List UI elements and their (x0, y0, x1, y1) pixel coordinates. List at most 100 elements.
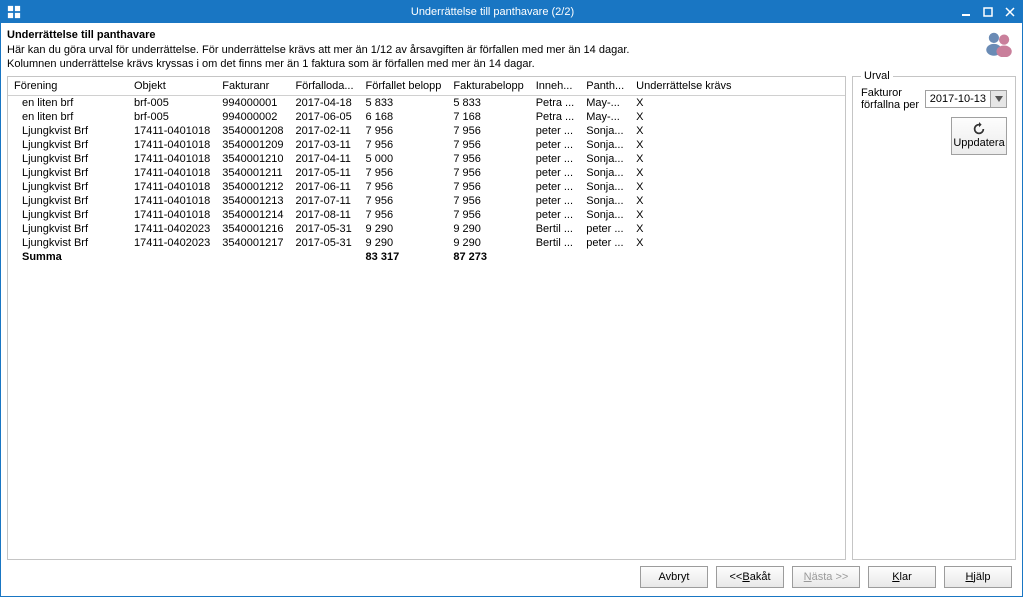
nasta-button: Nästa >> (792, 566, 860, 588)
cell: X (630, 138, 845, 152)
bakat-underline: B (742, 571, 749, 583)
col-panth[interactable]: Panth... (580, 77, 630, 96)
cell: peter ... (530, 152, 581, 166)
table-row[interactable]: Ljungkvist Brf17411-04020233540001216201… (8, 222, 845, 236)
table-row[interactable]: Ljungkvist Brf17411-04010183540001208201… (8, 124, 845, 138)
cell: 7 956 (360, 166, 448, 180)
cell: 7 956 (447, 208, 529, 222)
cell: peter ... (530, 194, 581, 208)
urval-date-row: Fakturor förfallna per 2017-10-13 (861, 87, 1007, 111)
cell: 3540001210 (216, 152, 289, 166)
bakat-prefix: << (730, 571, 743, 583)
description-line-2: Kolumnen underrättelse krävs kryssas i o… (7, 57, 629, 71)
cell: Bertil ... (530, 222, 581, 236)
table-row[interactable]: en liten brfbrf-0059940000012017-04-185 … (8, 95, 845, 110)
table-row[interactable]: Ljungkvist Brf17411-04010183540001210201… (8, 152, 845, 166)
cell: 7 168 (447, 110, 529, 124)
nasta-rest: ästa >> (812, 571, 849, 583)
cell: Ljungkvist Brf (8, 236, 128, 250)
cell: 3540001209 (216, 138, 289, 152)
cell: 7 956 (447, 152, 529, 166)
col-forfallet-belopp[interactable]: Förfallet belopp (360, 77, 448, 96)
cell: 17411-0401018 (128, 138, 216, 152)
table-row[interactable]: en liten brfbrf-0059940000022017-06-056 … (8, 110, 845, 124)
cell: 9 290 (360, 236, 448, 250)
uppdatera-button[interactable]: Uppdatera (951, 117, 1007, 155)
minimize-button[interactable] (960, 6, 972, 18)
cell: 2017-02-11 (289, 124, 359, 138)
cell: Sonja... (580, 166, 630, 180)
cell: 2017-05-11 (289, 166, 359, 180)
page-heading: Underrättelse till panthavare (7, 29, 629, 41)
table-row[interactable]: Ljungkvist Brf17411-04010183540001209201… (8, 138, 845, 152)
cell: 17411-0401018 (128, 180, 216, 194)
cell: 3540001216 (216, 222, 289, 236)
cell: 9 290 (447, 222, 529, 236)
cell: Ljungkvist Brf (8, 138, 128, 152)
description-line-1: Här kan du göra urval för underrättelse.… (7, 43, 629, 57)
cell: 5 833 (447, 95, 529, 110)
urval-groupbox: Urval Fakturor förfallna per 2017-10-13 … (852, 76, 1016, 560)
cell: 7 956 (360, 208, 448, 222)
cell: 2017-03-11 (289, 138, 359, 152)
close-button[interactable] (1004, 6, 1016, 18)
cell: 3540001213 (216, 194, 289, 208)
table-row[interactable]: Ljungkvist Brf17411-04010183540001213201… (8, 194, 845, 208)
summary-cell (128, 250, 216, 264)
hjalp-button[interactable]: Hjälp (944, 566, 1012, 588)
hjalp-rest: jälp (973, 571, 990, 583)
cell: peter ... (530, 166, 581, 180)
cell: 2017-05-31 (289, 222, 359, 236)
col-forening[interactable]: Förening (8, 77, 128, 96)
col-inneh[interactable]: Inneh... (530, 77, 581, 96)
summary-cell (530, 250, 581, 264)
table-row[interactable]: Ljungkvist Brf17411-04010183540001211201… (8, 166, 845, 180)
date-dropdown-button[interactable] (990, 91, 1006, 107)
client-area: Underrättelse till panthavare Här kan du… (1, 23, 1022, 596)
fakturor-forfallna-label: Fakturor förfallna per (861, 87, 921, 111)
cell: 2017-07-11 (289, 194, 359, 208)
table-row[interactable]: Ljungkvist Brf17411-04010183540001212201… (8, 180, 845, 194)
cell: 7 956 (360, 180, 448, 194)
cell: 17411-0401018 (128, 194, 216, 208)
people-icon (982, 29, 1016, 57)
description-text-block: Underrättelse till panthavare Här kan du… (7, 29, 629, 72)
table-header-row: Förening Objekt Fakturanr Förfalloda... … (8, 77, 845, 96)
cell: 7 956 (360, 194, 448, 208)
klar-underline: K (892, 571, 899, 583)
col-forfalloda[interactable]: Förfalloda... (289, 77, 359, 96)
cell: 2017-08-11 (289, 208, 359, 222)
cell: 7 956 (447, 194, 529, 208)
bakat-button[interactable]: << Bakåt (716, 566, 784, 588)
maximize-button[interactable] (982, 6, 994, 18)
col-objekt[interactable]: Objekt (128, 77, 216, 96)
cell: 17411-0401018 (128, 208, 216, 222)
table-row[interactable]: Ljungkvist Brf17411-04020233540001217201… (8, 236, 845, 250)
data-table[interactable]: Förening Objekt Fakturanr Förfalloda... … (8, 77, 845, 264)
cell: 7 956 (360, 124, 448, 138)
klar-button[interactable]: Klar (868, 566, 936, 588)
cell: 17411-0401018 (128, 152, 216, 166)
avbryt-button[interactable]: Avbryt (640, 566, 708, 588)
cell: 2017-04-11 (289, 152, 359, 166)
cell: peter ... (580, 236, 630, 250)
col-underrattelse-kravs[interactable]: Underrättelse krävs (630, 77, 845, 96)
titlebar: Underrättelse till panthavare (2/2) (1, 1, 1022, 23)
avbryt-label: Avbryt (659, 571, 690, 583)
col-fakturabelopp[interactable]: Fakturabelopp (447, 77, 529, 96)
cell: Petra ... (530, 110, 581, 124)
app-window: Underrättelse till panthavare (2/2) Unde… (0, 0, 1023, 597)
summary-row: Summa83 31787 273 (8, 250, 845, 264)
cell: Sonja... (580, 124, 630, 138)
cell: 6 168 (360, 110, 448, 124)
cell: Sonja... (580, 152, 630, 166)
table-row[interactable]: Ljungkvist Brf17411-04010183540001214201… (8, 208, 845, 222)
cell: Sonja... (580, 180, 630, 194)
cell: Ljungkvist Brf (8, 194, 128, 208)
col-fakturanr[interactable]: Fakturanr (216, 77, 289, 96)
date-picker[interactable]: 2017-10-13 (925, 90, 1007, 108)
cell: en liten brf (8, 110, 128, 124)
window-title: Underrättelse till panthavare (2/2) (25, 6, 960, 18)
nasta-underline: N (804, 571, 812, 583)
main-area: Förening Objekt Fakturanr Förfalloda... … (7, 76, 1016, 560)
